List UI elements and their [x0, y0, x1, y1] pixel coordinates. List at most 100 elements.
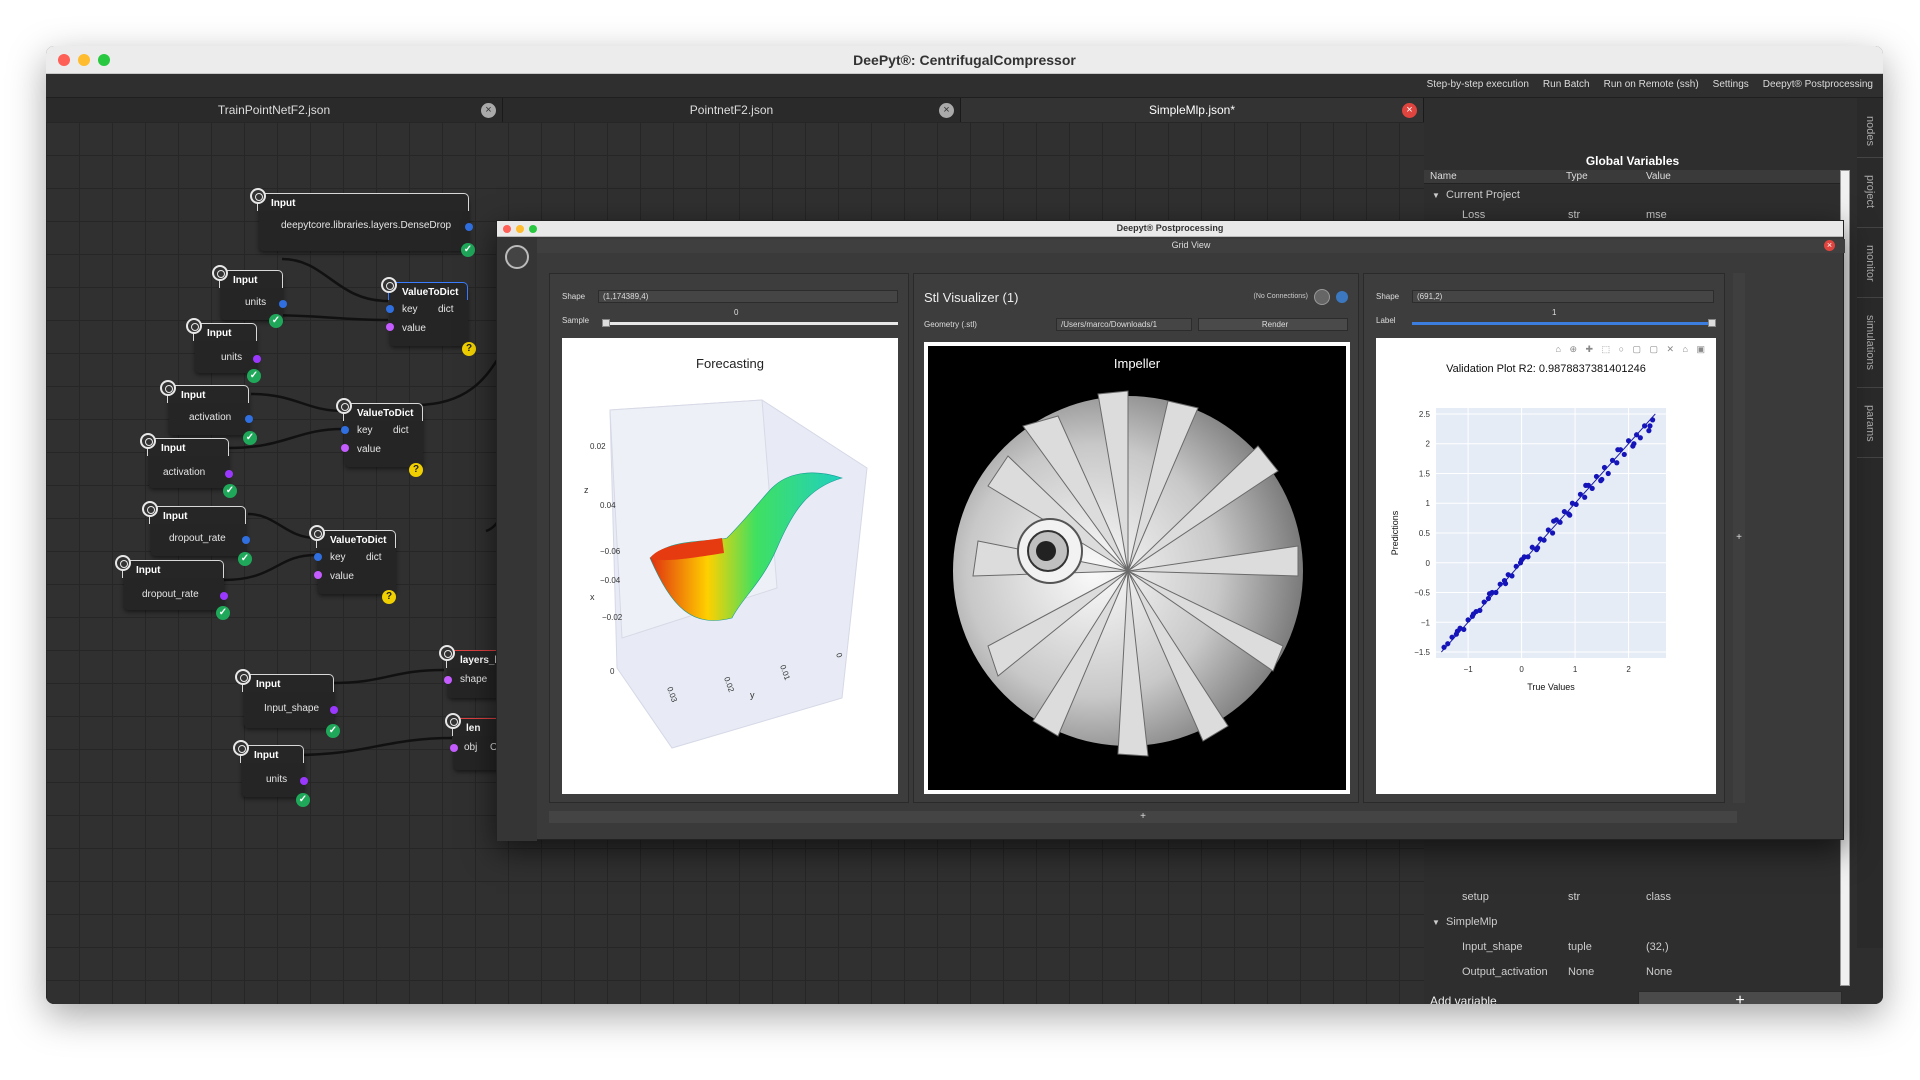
- input-port[interactable]: [386, 305, 394, 313]
- add-variable-button[interactable]: +: [1638, 991, 1842, 1004]
- slider-handle[interactable]: [1708, 319, 1716, 327]
- input-port[interactable]: [444, 676, 452, 684]
- side-tab-project[interactable]: project: [1857, 158, 1883, 228]
- table-row[interactable]: Input_shape tuple (32,): [1424, 938, 1840, 958]
- tick-label: −0.06: [600, 547, 621, 556]
- render-button[interactable]: Render: [1198, 318, 1348, 331]
- output-port[interactable]: [225, 470, 233, 478]
- run-batch-button[interactable]: Run Batch: [1543, 79, 1590, 90]
- input-port[interactable]: [341, 444, 349, 452]
- postprocessing-button[interactable]: Deepyt® Postprocessing: [1763, 79, 1873, 90]
- slider-handle[interactable]: [602, 319, 610, 327]
- dict-label: dict: [438, 304, 454, 315]
- label-slider[interactable]: [1412, 322, 1716, 325]
- refresh-icon[interactable]: [1336, 291, 1348, 303]
- gear-icon[interactable]: [445, 713, 461, 729]
- output-port[interactable]: [242, 536, 250, 544]
- node-valuetodict-1[interactable]: ValueToDict key dict value ?: [381, 277, 476, 356]
- gear-icon[interactable]: [140, 433, 156, 449]
- node-input-dropout[interactable]: Input dropout_rate ✓: [142, 501, 252, 566]
- stl-title: Stl Visualizer (1): [924, 290, 1019, 305]
- gear-icon[interactable]: [381, 277, 397, 293]
- node-input-activation[interactable]: Input activation ✓: [160, 380, 257, 445]
- step-by-step-button[interactable]: Step-by-step execution: [1427, 79, 1529, 90]
- node-valuetodict-2[interactable]: ValueToDict key dict value ?: [336, 398, 423, 477]
- side-tab-params[interactable]: params: [1857, 388, 1883, 458]
- output-port[interactable]: [220, 592, 228, 600]
- output-port[interactable]: [279, 300, 287, 308]
- gear-icon[interactable]: [142, 501, 158, 517]
- gear-icon[interactable]: [439, 645, 455, 661]
- run-remote-button[interactable]: Run on Remote (ssh): [1604, 79, 1699, 90]
- output-port[interactable]: [330, 706, 338, 714]
- close-tab-icon[interactable]: ×: [481, 103, 496, 118]
- input-port[interactable]: [314, 553, 322, 561]
- data-point: [1513, 563, 1519, 569]
- input-port[interactable]: [450, 744, 458, 752]
- data-point: [1525, 554, 1531, 560]
- tab-pointnet[interactable]: PointnetF2.json ×: [503, 98, 961, 122]
- expand-right-button[interactable]: +: [1733, 273, 1745, 803]
- shape-field[interactable]: (691,2): [1412, 290, 1714, 303]
- input-port[interactable]: [341, 426, 349, 434]
- data-point: [1589, 485, 1595, 491]
- shape-field[interactable]: (1,174389,4): [598, 290, 898, 303]
- input-port[interactable]: [386, 323, 394, 331]
- node-title: Input: [181, 390, 206, 401]
- close-tab-icon[interactable]: ×: [939, 103, 954, 118]
- node-input-denseDrop[interactable]: Input deepytcore.libraries.layers.DenseD…: [250, 188, 475, 257]
- input-port[interactable]: [314, 571, 322, 579]
- gear-icon[interactable]: [160, 380, 176, 396]
- side-tab-label: project: [1864, 174, 1876, 208]
- gear-icon[interactable]: [186, 318, 202, 334]
- node-input-activation-2[interactable]: Input activation ✓: [140, 433, 237, 498]
- settings-button[interactable]: Settings: [1713, 79, 1749, 90]
- tree-group-current-project[interactable]: ▼ Current Project: [1424, 186, 1840, 206]
- gear-icon[interactable]: [309, 525, 325, 541]
- node-label: units: [266, 774, 288, 785]
- output-port[interactable]: [253, 355, 261, 363]
- geometry-path-select[interactable]: /Users/marco/Downloads/1: [1056, 318, 1192, 331]
- settings-icon[interactable]: [505, 245, 529, 269]
- tree-group-simplemlp[interactable]: ▼ SimpleMlp: [1424, 913, 1840, 933]
- sample-slider[interactable]: [602, 322, 898, 325]
- close-tab-icon[interactable]: ×: [1402, 103, 1417, 118]
- gear-icon[interactable]: [250, 188, 266, 204]
- expand-icon[interactable]: ▼: [1432, 918, 1440, 927]
- label-value: 1: [1552, 308, 1557, 317]
- ok-icon: ✓: [216, 606, 230, 620]
- output-port[interactable]: [245, 415, 253, 423]
- y-tick-label: 1.5: [1419, 469, 1431, 478]
- node-input-shape[interactable]: Input Input_shape ✓: [235, 669, 340, 738]
- x-tick-label: −1: [1464, 665, 1474, 674]
- y-tick-label: 2.5: [1419, 410, 1431, 419]
- output-port[interactable]: [300, 777, 308, 785]
- side-tab-nodes[interactable]: nodes: [1857, 98, 1883, 158]
- tab-trainpointnet[interactable]: TrainPointNetF2.json ×: [46, 98, 503, 122]
- expand-icon[interactable]: ▼: [1432, 191, 1440, 200]
- gear-icon[interactable]: [233, 740, 249, 756]
- node-valuetodict-3[interactable]: ValueToDict key dict value ?: [309, 525, 396, 604]
- expand-bottom-button[interactable]: +: [549, 811, 1737, 823]
- validation-plot: ⌂ ⊕ ✚ ⬚ ○ ▢ ▢ ✕ ⌂ ▣ −1 0 1 2 2.5 2 1.5 1 0.5 0 −0.…: [1376, 338, 1716, 794]
- tab-simplemlp[interactable]: SimpleMlp.json* ×: [961, 98, 1424, 122]
- node-input-units-2[interactable]: Input units ✓: [186, 318, 261, 383]
- table-row[interactable]: Output_activation None None: [1424, 963, 1840, 983]
- label-label: Label: [1376, 316, 1396, 325]
- gear-icon[interactable]: [212, 265, 228, 281]
- close-grid-icon[interactable]: ×: [1824, 240, 1835, 251]
- output-port[interactable]: [465, 223, 473, 231]
- link-icon[interactable]: [1314, 289, 1330, 305]
- side-tab-simulations[interactable]: simulations: [1857, 298, 1883, 388]
- node-input-units-3[interactable]: Input units ✓: [233, 740, 310, 807]
- side-tab-monitor[interactable]: monitor: [1857, 228, 1883, 298]
- node-title: Input: [136, 565, 161, 576]
- node-input-dropout-2[interactable]: Input dropout_rate ✓: [115, 555, 230, 620]
- gear-icon[interactable]: [336, 398, 352, 414]
- gear-icon[interactable]: [115, 555, 131, 571]
- gear-icon[interactable]: [235, 669, 251, 685]
- table-row[interactable]: setup str class: [1424, 888, 1840, 908]
- render-canvas: Impeller: [928, 346, 1346, 790]
- sample-value: 0: [734, 308, 739, 317]
- node-input-units[interactable]: Input units ✓: [212, 265, 287, 328]
